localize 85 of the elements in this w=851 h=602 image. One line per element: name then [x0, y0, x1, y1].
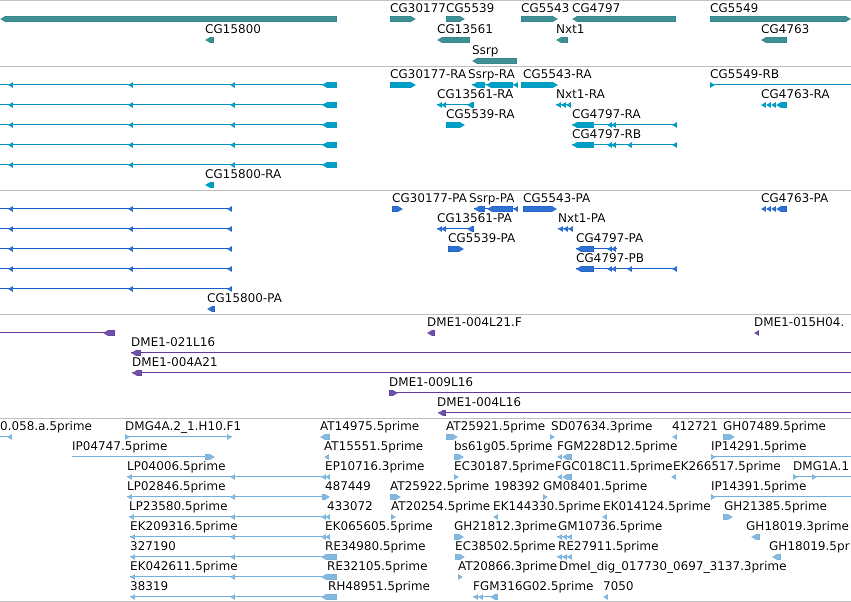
feature-label: FGM316G02.5prime — [473, 580, 594, 593]
feature-label: EK144330.5prime — [493, 500, 601, 513]
feature-label: CG15800 — [205, 23, 261, 36]
feature-label: GH21385.5prime — [724, 500, 827, 513]
feature-label: CG30177-RA — [390, 68, 466, 81]
feature-label: AT25921.5prime — [446, 420, 546, 433]
feature-label: CG5543 — [521, 2, 570, 15]
feature-label: EC30187.5prime — [454, 460, 555, 473]
feature-label: AT15551.5prime — [324, 440, 424, 453]
feature-label: AT20866.3prime — [458, 560, 558, 573]
feature-label: 38319 — [130, 580, 168, 593]
feature-label: DME1-015H04. — [754, 316, 844, 329]
feature-label: CG15800-RA — [205, 168, 282, 181]
feature-label: CG30177-PA — [392, 192, 467, 205]
feature-label: RE32105.5prime — [327, 560, 428, 573]
feature-label: CG5549 — [710, 2, 758, 15]
feature-label: AT20254.5prime — [391, 500, 490, 513]
feature-label: EC38502.5prime — [455, 540, 556, 553]
feature-label: GH18019.3prime — [746, 520, 849, 533]
feature-label: 433072 — [327, 500, 373, 513]
feature-label: LP23580.5prime — [129, 500, 228, 513]
feature-label: GM08401.5prime — [543, 480, 648, 493]
feature-label: CG13561-PA — [437, 212, 512, 225]
feature-label: CG30177 — [390, 2, 446, 15]
feature-label: LP04006.5prime — [127, 460, 226, 473]
feature-label: Nxt1-PA — [558, 212, 606, 225]
feature-label: CG4797-RB — [572, 128, 642, 141]
feature-label: AT25922.5prime — [390, 480, 490, 493]
feature-label: 198392 — [494, 480, 540, 493]
feature-label: AT14975.5prime — [320, 420, 420, 433]
feature-label: EK266517.5prime — [673, 460, 781, 473]
feature-label: EK209316.5prime — [130, 520, 238, 533]
feature-label: GH18019.5pr — [769, 540, 850, 553]
feature-label: GH21812.3prime — [454, 520, 557, 533]
feature-label: Ssrp-RA — [468, 68, 515, 81]
feature-label: GH07489.5prime — [723, 420, 826, 433]
feature-label: DME1-021L16 — [131, 336, 215, 349]
feature-label: DMG4A.2_1.H10.F1 — [125, 420, 242, 433]
feature-label: 327190 — [130, 540, 176, 553]
feature-label: 487449 — [325, 480, 371, 493]
feature-label: FGC018C11.5prime — [555, 460, 673, 473]
feature-label: CG5539-RA — [446, 108, 515, 121]
feature-label: Ssrp-PA — [469, 192, 514, 205]
feature-label: EK042611.5prime — [130, 560, 238, 573]
feature-label: CG4797-PB — [576, 252, 644, 265]
feature-label: DMG1A.1 — [793, 460, 849, 473]
feature-label: CG5543-RA — [523, 68, 592, 81]
feature-label: CG4797 — [572, 2, 620, 15]
feature-label: Ssrp — [472, 44, 498, 57]
feature-label: DME1-009L16 — [389, 376, 473, 389]
feature-label: Nxt1 — [556, 23, 584, 36]
feature-label: CG15800-PA — [207, 292, 282, 305]
feature-label: CG4797-RA — [572, 108, 641, 121]
feature-label: EP10716.3prime — [325, 460, 424, 473]
feature-label: SD07634.3prime — [551, 420, 652, 433]
feature-label: RH48951.5prime — [328, 580, 430, 593]
feature-label: CG4763-RA — [761, 88, 830, 101]
feature-label: 0.058.a.5prime — [0, 420, 92, 433]
feature-label: DME1-004L16 — [437, 396, 521, 409]
feature-label: RE27911.5prime — [558, 540, 658, 553]
feature-label: 7050 — [603, 580, 634, 593]
feature-label: RE34980.5prime — [325, 540, 426, 553]
feature-label: DME1-004A21 — [132, 356, 218, 369]
feature-label: CG5543-PA — [523, 192, 590, 205]
feature-label: IP04747.5prime — [72, 440, 168, 453]
feature-label: CG5549-RB — [710, 68, 780, 81]
feature-label: CG13561 — [437, 23, 493, 36]
feature-label: 412721 — [672, 420, 718, 433]
feature-label: bs61g05.5prime — [454, 440, 552, 453]
feature-label: CG5539-PA — [448, 232, 516, 245]
feature-label: Dmel_dig_017730_0697_3137.3prime — [559, 560, 787, 573]
feature-label: Nxt1-RA — [556, 88, 605, 101]
feature-label: CG4763-PA — [761, 192, 828, 205]
feature-label: EK065605.5prime — [325, 520, 433, 533]
feature-label: CG5539 — [446, 2, 494, 15]
feature-label: IP14291.5prime — [711, 440, 806, 453]
feature-label: IP14391.5prime — [711, 480, 806, 493]
feature-label: CG4763 — [761, 23, 810, 36]
feature-label: EK014124.5prime — [603, 500, 711, 513]
feature-label: DME1-004L21.F — [427, 316, 522, 329]
feature-label: CG13561-RA — [437, 88, 514, 101]
feature-label: GM10736.5prime — [558, 520, 662, 533]
feature-label: CG4797-PA — [576, 232, 644, 245]
feature-label: FGM228D12.5prime — [557, 440, 678, 453]
feature-label: LP02846.5prime — [127, 480, 226, 493]
